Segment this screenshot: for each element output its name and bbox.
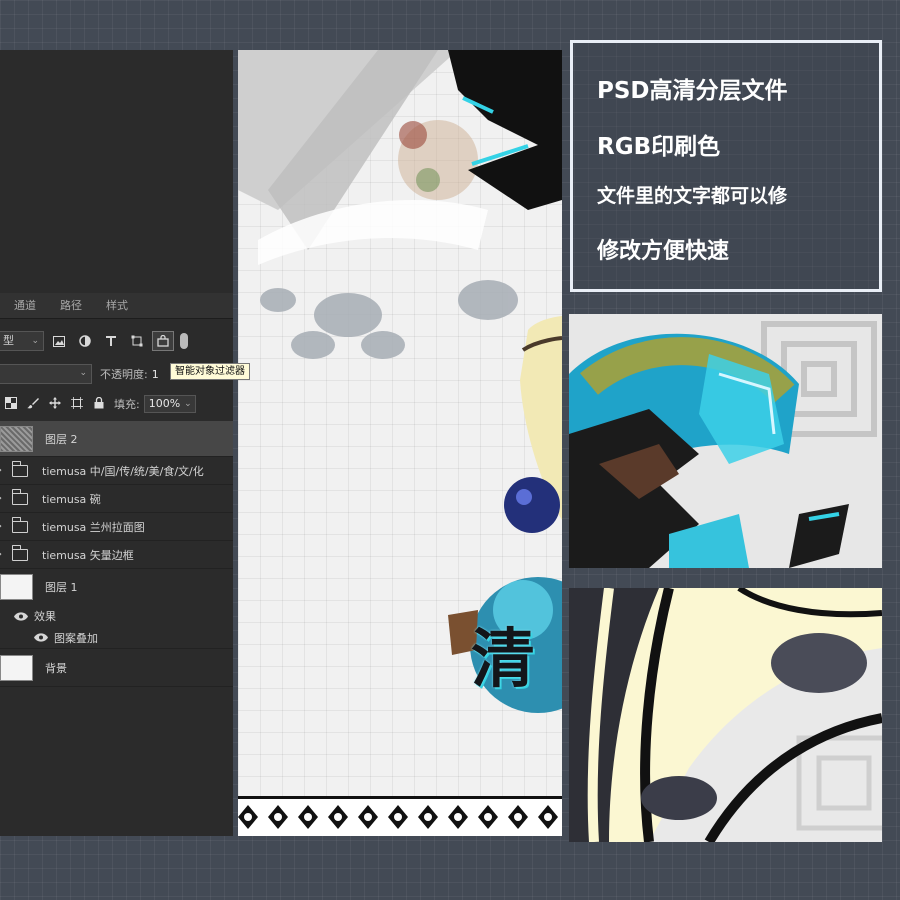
- layer-row-group2[interactable]: › tiemusa 碗: [0, 485, 233, 513]
- effects-label: 效果: [34, 610, 56, 623]
- opacity-label: 不透明度:: [100, 368, 148, 381]
- layer-row-background[interactable]: 背景: [0, 649, 233, 687]
- layer-thumbnail: [0, 425, 33, 452]
- effect-item-row[interactable]: 图案叠加: [0, 627, 233, 649]
- chevron-down-icon: ⌄: [184, 399, 192, 409]
- visibility-arrow-icon[interactable]: ›: [0, 465, 7, 476]
- chevron-down-icon: ⌄: [31, 336, 39, 346]
- filter-type-select[interactable]: 型 ⌄: [0, 331, 44, 351]
- layer-name: 图层 1: [45, 581, 78, 594]
- info-line-psd: PSD高清分层文件: [597, 78, 788, 104]
- folder-icon: [11, 460, 28, 477]
- folder-icon: [11, 488, 28, 505]
- tab-styles[interactable]: 样式: [94, 293, 140, 318]
- decorative-border: [238, 796, 562, 836]
- detail-artwork: [569, 321, 877, 568]
- layer-name: 背景: [45, 661, 67, 675]
- lock-row: 填充: 100% ⌄: [0, 392, 233, 416]
- layer-row-group3[interactable]: › tiemusa 兰州拉面图: [0, 513, 233, 541]
- panel-tabs: 通道 路径 样式: [0, 293, 233, 319]
- adjustment-filter-icon[interactable]: [74, 331, 96, 351]
- layer-name: tiemusa 兰州拉面图: [42, 520, 145, 534]
- tooltip: 智能对象过滤器: [170, 363, 250, 380]
- artboard-icon[interactable]: [66, 396, 88, 412]
- move-icon[interactable]: [44, 396, 66, 412]
- tab-channels[interactable]: 通道: [0, 293, 48, 318]
- fill-value: 100%: [148, 397, 181, 410]
- layer-name: 图层 2: [45, 432, 78, 446]
- visibility-arrow-icon[interactable]: ›: [0, 549, 7, 560]
- eye-icon[interactable]: [14, 611, 28, 621]
- layer-name: tiemusa 碗: [42, 492, 101, 506]
- tab-paths[interactable]: 路径: [48, 293, 94, 318]
- canvas-glyph: 清: [471, 623, 535, 697]
- layers-panel: 通道 路径 样式 型 ⌄ ⌄ 不透明度: 1 智能对象过滤器 填充: 100% …: [0, 50, 250, 836]
- type-filter-icon[interactable]: [100, 331, 122, 351]
- detail-artwork: [569, 588, 882, 842]
- effect-item-label: 图案叠加: [54, 631, 98, 645]
- detail-crop-glass-text: [569, 314, 882, 568]
- fill-label: 填充:: [114, 398, 140, 411]
- visibility-arrow-icon[interactable]: ›: [0, 493, 7, 504]
- layer-list: 图层 2 › tiemusa 中/国/传/统/美/食/文/化 › tiemusa…: [0, 421, 233, 687]
- image-filter-icon[interactable]: [48, 331, 70, 351]
- layer-name: tiemusa 中/国/传/统/美/食/文/化: [42, 464, 204, 478]
- fill-input[interactable]: 100% ⌄: [143, 395, 196, 413]
- lock-icon[interactable]: [88, 396, 110, 412]
- info-line-editable: 文件里的文字都可以修: [597, 185, 788, 207]
- layer-thumbnail: [0, 654, 33, 681]
- canvas-artwork: [238, 50, 562, 713]
- opacity-input[interactable]: 1: [152, 368, 159, 381]
- layer-row-layer1[interactable]: 图层 1: [0, 569, 233, 605]
- chevron-down-icon: ⌄: [79, 368, 87, 378]
- detail-crop-bowl: [569, 588, 882, 842]
- folder-icon: [11, 544, 28, 561]
- filter-type-label: 型: [3, 334, 14, 347]
- eye-icon[interactable]: [34, 633, 48, 642]
- brush-icon[interactable]: [22, 397, 44, 412]
- border-pattern-icon: [238, 805, 558, 829]
- layer-row-group1[interactable]: › tiemusa 中/国/传/统/美/食/文/化: [0, 457, 233, 485]
- lock-transparent-icon[interactable]: [0, 396, 22, 412]
- folder-icon: [11, 516, 28, 533]
- layer-filter-row: 型 ⌄: [0, 328, 233, 354]
- filter-toggle[interactable]: [180, 333, 188, 349]
- visibility-arrow-icon[interactable]: ›: [0, 521, 7, 532]
- blend-mode-select[interactable]: ⌄: [0, 364, 92, 384]
- canvas-preview: 清: [238, 50, 562, 836]
- layer-name: tiemusa 矢量边框: [42, 548, 134, 562]
- layer-thumbnail: [0, 574, 33, 600]
- smart-object-filter-icon[interactable]: [152, 331, 174, 351]
- layer-row-layer2[interactable]: 图层 2: [0, 421, 233, 457]
- info-box: PSD高清分层文件 RGB印刷色 文件里的文字都可以修 修改方便快速: [570, 40, 882, 292]
- effects-row[interactable]: 效果: [0, 605, 233, 627]
- info-line-rgb: RGB印刷色: [597, 134, 721, 160]
- info-line-easy: 修改方便快速: [597, 239, 730, 264]
- layer-row-group4[interactable]: › tiemusa 矢量边框: [0, 541, 233, 569]
- shape-filter-icon[interactable]: [126, 331, 148, 351]
